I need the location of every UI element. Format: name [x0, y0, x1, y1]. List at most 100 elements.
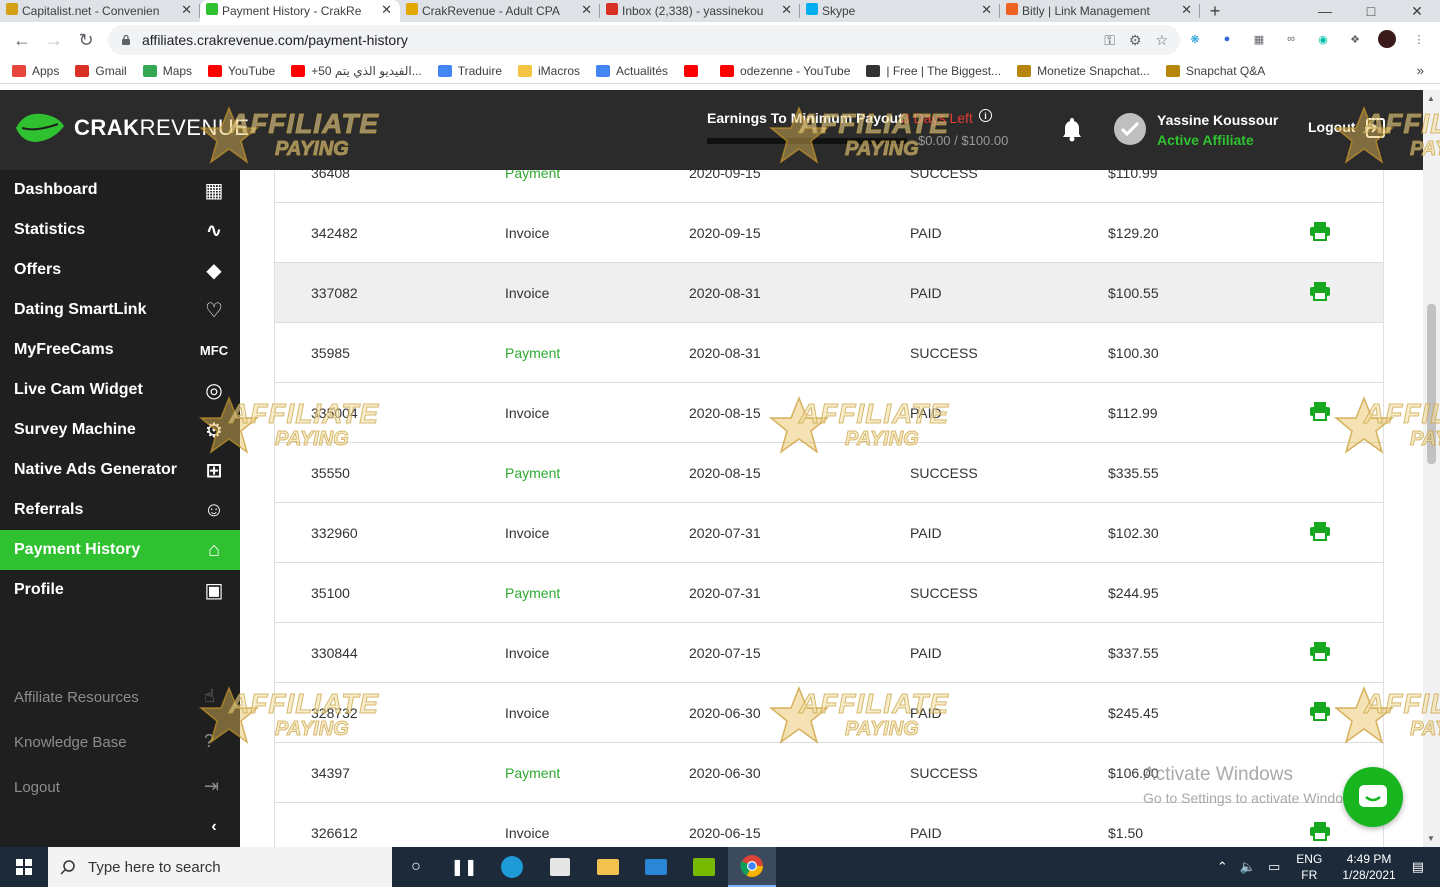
extensions-puzzle-icon[interactable]: ❖ — [1346, 30, 1364, 48]
payment-type: Invoice — [505, 285, 550, 301]
language-indicator[interactable]: ENG FR — [1296, 851, 1322, 883]
scroll-thumb[interactable] — [1427, 304, 1436, 464]
browser-tab[interactable]: CrakRevenue - Adult CPA ✕ — [400, 0, 600, 22]
print-invoice-icon[interactable] — [1309, 401, 1331, 421]
browser-tab[interactable]: Payment History - CrakRe ✕ — [200, 0, 400, 22]
print-invoice-icon[interactable] — [1309, 281, 1331, 301]
bookmark-item[interactable]: Monetize Snapchat... — [1017, 64, 1150, 78]
scroll-down-arrow[interactable]: ▼ — [1427, 834, 1435, 843]
print-invoice-icon[interactable] — [1309, 221, 1331, 241]
sidebar-sub-item-affiliate-resources[interactable]: Affiliate Resources ☝ — [0, 675, 240, 720]
bookmark-item[interactable]: +50 الفيديو الذي يتم... — [291, 64, 422, 78]
nvidia-icon[interactable] — [680, 847, 728, 887]
scroll-up-arrow[interactable]: ▲ — [1427, 94, 1435, 103]
extension-person-icon[interactable]: ● — [1218, 30, 1236, 48]
chat-support-button[interactable] — [1343, 767, 1403, 827]
minimize-button[interactable]: — — [1302, 0, 1348, 22]
sidebar-item-live-cam-widget[interactable]: Live Cam Widget ◎ — [0, 370, 240, 410]
bookmark-item[interactable]: iMacros — [518, 64, 580, 78]
bookmark-item[interactable]: Traduire — [437, 64, 502, 78]
extension-circle-icon[interactable]: ◉ — [1314, 30, 1332, 48]
network-icon[interactable]: ▭ — [1268, 859, 1280, 875]
info-icon[interactable]: i — [979, 109, 992, 122]
tab-close-icon[interactable]: ✕ — [781, 2, 792, 18]
tab-close-icon[interactable]: ✕ — [381, 2, 392, 18]
print-invoice-icon[interactable] — [1309, 641, 1331, 661]
file-explorer-icon[interactable] — [584, 847, 632, 887]
chrome-taskbar-icon[interactable] — [728, 847, 776, 887]
sidebar-item-survey-machine[interactable]: Survey Machine ⚙ — [0, 410, 240, 450]
bookmark-item[interactable]: Maps — [142, 64, 192, 78]
extension-link-icon[interactable]: ∞ — [1282, 30, 1300, 48]
tab-close-icon[interactable]: ✕ — [981, 2, 992, 18]
back-button[interactable]: ← — [6, 24, 38, 56]
collapse-sidebar-button[interactable]: ‹ — [204, 818, 224, 838]
sidebar-item-statistics[interactable]: Statistics ∿ — [0, 210, 240, 250]
sidebar-item-dashboard[interactable]: Dashboard ▦ — [0, 170, 240, 210]
bookmarks-more-button[interactable]: » — [1417, 63, 1424, 78]
sidebar-item-myfreecams[interactable]: MyFreeCams MFC — [0, 330, 240, 370]
browser-tab[interactable]: Skype ✕ — [800, 0, 1000, 22]
edge-icon[interactable] — [488, 847, 536, 887]
payment-type: Payment — [505, 765, 561, 781]
chrome-menu-icon[interactable]: ⋮ — [1410, 30, 1428, 48]
payment-date: 2020-07-31 — [689, 585, 761, 601]
payment-date: 2020-07-31 — [689, 525, 761, 541]
maximize-button[interactable]: □ — [1348, 0, 1394, 22]
print-invoice-icon[interactable] — [1309, 821, 1331, 841]
printer-icon — [866, 64, 881, 77]
notification-bell-icon[interactable] — [1060, 116, 1084, 142]
profile-avatar[interactable] — [1378, 30, 1396, 48]
sidebar-item-offers[interactable]: Offers ◆ — [0, 250, 240, 290]
bookmark-item[interactable] — [684, 64, 704, 78]
mail-icon[interactable] — [632, 847, 680, 887]
logout-icon[interactable] — [1364, 117, 1386, 139]
cortana-icon[interactable]: ○ — [392, 847, 440, 887]
print-invoice-icon[interactable] — [1309, 521, 1331, 541]
logout-button[interactable]: Logout — [1308, 119, 1355, 135]
address-bar[interactable]: affiliates.crakrevenue.com/payment-histo… — [108, 25, 1180, 55]
bookmark-item[interactable]: Gmail — [75, 64, 127, 78]
clock[interactable]: 4:49 PM 1/28/2021 — [1342, 851, 1395, 883]
bookmark-item[interactable]: YouTube — [208, 64, 275, 78]
tab-close-icon[interactable]: ✕ — [1181, 2, 1192, 18]
tray-chevron-icon[interactable]: ⌃ — [1217, 859, 1228, 875]
page-scrollbar[interactable]: ▲ ▼ — [1423, 90, 1440, 847]
sidebar-sub-item-knowledge-base[interactable]: Knowledge Base? — [0, 720, 240, 765]
forward-button[interactable]: → — [38, 24, 70, 56]
translate-icon[interactable]: ⚙ — [1129, 32, 1142, 49]
user-name[interactable]: Yassine Koussour — [1157, 112, 1278, 128]
sidebar-sub-item-logout[interactable]: Logout ⇥ — [0, 765, 240, 810]
reload-button[interactable]: ↻ — [70, 24, 102, 56]
bookmark-item[interactable]: Snapchat Q&A — [1165, 64, 1265, 78]
bookmark-item[interactable]: Actualités — [596, 64, 668, 78]
sidebar-item-profile[interactable]: Profile ▣ — [0, 570, 240, 610]
browser-tab[interactable]: Bitly | Link Management ✕ — [1000, 0, 1200, 22]
windows-start-button[interactable] — [0, 847, 48, 887]
bookmark-item[interactable]: | Free | The Biggest... — [866, 64, 1001, 78]
browser-tab[interactable]: Inbox (2,338) - yassinekou ✕ — [600, 0, 800, 22]
add-user-icon: ☺ — [203, 498, 225, 521]
tab-close-icon[interactable]: ✕ — [581, 2, 592, 18]
notifications-icon[interactable]: ▤ — [1412, 859, 1424, 875]
browser-tab[interactable]: Capitalist.net - Convenien ✕ — [0, 0, 200, 22]
tab-close-icon[interactable]: ✕ — [181, 2, 192, 18]
volume-muted-icon[interactable]: 🔈 — [1240, 859, 1256, 875]
sidebar-item-dating-smartlink[interactable]: Dating SmartLink ♡ — [0, 290, 240, 330]
crakrevenue-logo[interactable]: CRAKREVENUE — [14, 110, 249, 146]
store-icon[interactable] — [536, 847, 584, 887]
sidebar-item-referrals[interactable]: Referrals ☺ — [0, 490, 240, 530]
print-invoice-icon[interactable] — [1309, 701, 1331, 721]
close-window-button[interactable]: ✕ — [1394, 0, 1440, 22]
sidebar-item-native-ads-generator[interactable]: Native Ads Generator ⊞ — [0, 450, 240, 490]
extension-qr-icon[interactable]: ▦ — [1250, 30, 1268, 48]
taskbar-search[interactable]: Type here to search — [48, 847, 392, 887]
new-tab-button[interactable]: + — [1200, 0, 1230, 22]
bookmark-star-icon[interactable]: ☆ — [1155, 32, 1168, 49]
key-icon[interactable]: ⚿ — [1104, 32, 1115, 49]
bookmark-item[interactable]: odezenne - YouTube — [720, 64, 850, 78]
task-view-icon[interactable]: ❚❚ — [440, 847, 488, 887]
bookmark-item[interactable]: Apps — [12, 64, 59, 78]
extension-gear-icon[interactable]: ❋ — [1186, 30, 1204, 48]
sidebar-item-payment-history[interactable]: Payment History ⌂ — [0, 530, 240, 570]
